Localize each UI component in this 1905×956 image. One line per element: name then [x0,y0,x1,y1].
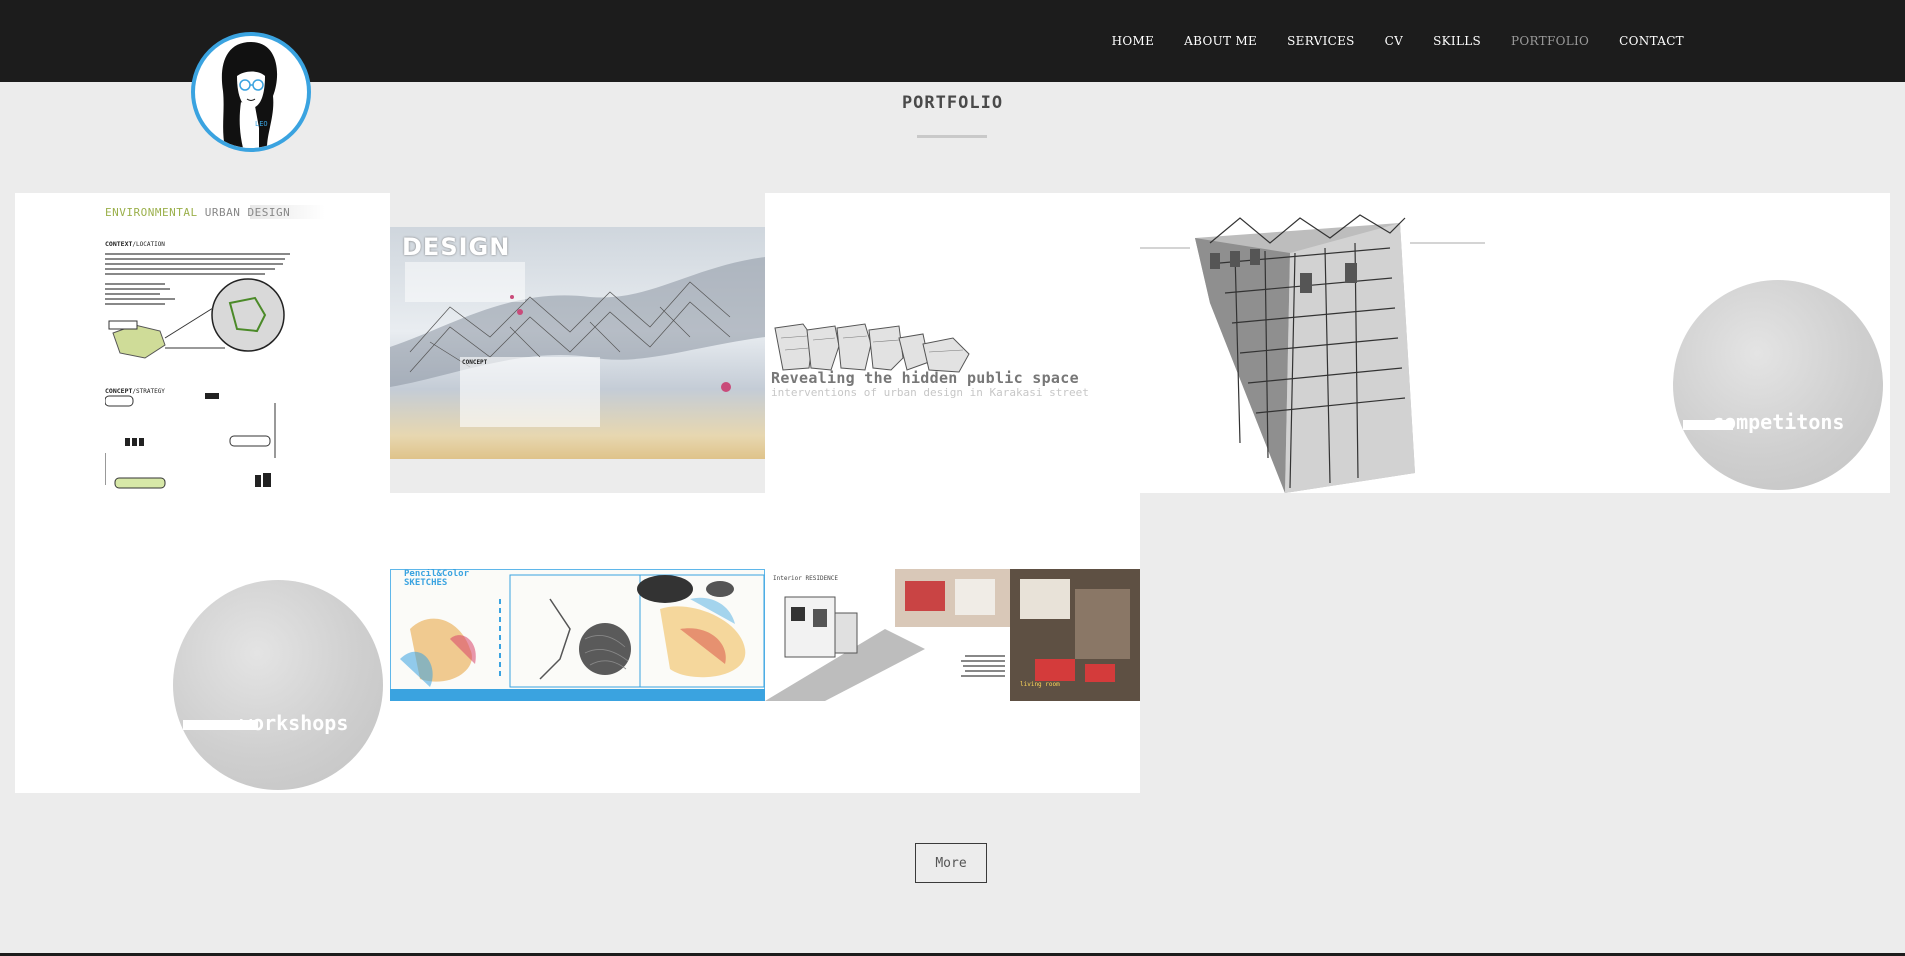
design-concept-label: CONCEPT [462,359,488,366]
sketches-collage-icon [390,574,765,701]
design-title: DESIGN [402,233,511,261]
row-spacer-top [390,493,1140,569]
nav-home[interactable]: HOME [1112,32,1155,50]
sketches-title: Pencil&Color SKETCHES [404,569,470,588]
competitions-circle [1673,280,1883,490]
nav-cv[interactable]: CV [1385,32,1403,50]
portfolio-item-workshops[interactable]: workshops [15,493,390,793]
building-section-icon [1140,214,1485,493]
logo-text: LEO [255,120,268,128]
title-divider [917,135,987,138]
residence-collage-icon [765,569,1140,701]
portfolio-item-building-section[interactable] [1140,193,1515,493]
workshops-label: workshops [240,711,349,735]
residence-caption: living room [1020,681,1060,688]
nav-portfolio[interactable]: PORTFOLIO [1511,32,1589,50]
nav-contact[interactable]: CONTACT [1619,32,1684,50]
row-spacer-bottom [390,701,1140,793]
portfolio-item-competitions[interactable]: competitons [1515,193,1890,493]
env-context-label: CONTEXT/LOCATION [105,240,165,249]
revealing-title: Revealing the hidden public space [771,369,1079,387]
design-structure-icon [390,257,765,427]
portfolio-item-environmental-urban-design[interactable]: ENVIRONMENTAL URBAN DESIGN CONTEXT/LOCAT… [15,193,390,493]
portfolio-item-sketches[interactable]: Pencil&Color SKETCHES [390,569,765,701]
nav-services[interactable]: SERVICES [1287,32,1355,50]
env-diagram-icon [105,253,290,489]
nav-skills[interactable]: SKILLS [1433,32,1481,50]
nav-about-me[interactable]: ABOUT ME [1184,32,1257,50]
site-logo[interactable]: LEO [191,32,311,152]
env-concept-label: CONCEPT/STRATEGY [105,387,165,396]
competitions-label: competitons [1712,410,1845,434]
portfolio-item-design[interactable]: DESIGN CONCEPT [390,227,765,459]
portfolio-item-revealing-public-space[interactable]: Revealing the hidden public space interv… [765,193,1140,493]
portfolio-item-residence[interactable]: Interior RESIDENCE living room [765,569,1140,701]
workshops-circle [173,580,383,790]
env-title: ENVIRONMENTAL URBAN DESIGN [105,206,291,219]
main-nav: HOME ABOUT ME SERVICES CV SKILLS PORTFOL… [1082,32,1684,50]
girl-avatar-icon: LEO [221,42,278,148]
revealing-subtitle: interventions of urban design in Karakas… [771,386,1089,399]
more-button[interactable]: More [915,843,987,883]
residence-title: Interior RESIDENCE [773,575,839,582]
